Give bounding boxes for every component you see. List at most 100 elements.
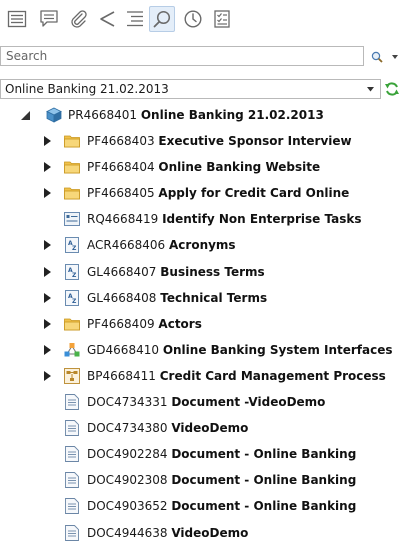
expand-arrow-icon[interactable] (42, 188, 52, 198)
svg-text:Z: Z (72, 272, 77, 279)
tree-node[interactable]: PF4668409 Actors (0, 314, 400, 334)
node-id: DOC4734380 (87, 421, 168, 435)
svg-text:Z: Z (72, 245, 77, 252)
node-name: Actors (158, 317, 202, 331)
tree-node-label: PF4668409 Actors (87, 314, 202, 334)
folder-icon (64, 185, 80, 201)
project-select-value: Online Banking 21.02.2013 (5, 82, 169, 96)
checklist-button[interactable] (209, 6, 235, 32)
node-name: Apply for Credit Card Online (158, 186, 350, 200)
document-icon (64, 446, 80, 462)
search-icon (153, 10, 171, 28)
node-name: Technical Terms (160, 291, 268, 305)
document-icon (64, 420, 80, 436)
expand-arrow-icon[interactable] (42, 162, 52, 172)
search-input[interactable] (0, 46, 364, 66)
tree-node-label: ACR4668406 Acronyms (87, 235, 236, 255)
tree-node[interactable]: PF4668404 Online Banking Website (0, 157, 400, 177)
expand-arrow-icon[interactable] (42, 136, 52, 146)
search-row (0, 46, 400, 68)
document-icon (64, 498, 80, 514)
node-id: DOC4903652 (87, 499, 168, 513)
tree-node[interactable]: DOC4734380 VideoDemo (0, 418, 400, 438)
folder-icon (64, 133, 80, 149)
expand-arrow-icon[interactable] (42, 319, 52, 329)
tree-node[interactable]: BP4668411 Credit Card Management Process (0, 366, 400, 386)
tree-node[interactable]: DOC4944638 VideoDemo (0, 523, 400, 543)
expand-arrow-icon[interactable] (42, 240, 52, 250)
tree-node[interactable]: DOC4734331 Document -VideoDemo (0, 392, 400, 412)
node-id: DOC4944638 (87, 526, 168, 540)
toolbar (0, 0, 400, 40)
tree-node-label: DOC4734380 VideoDemo (87, 418, 248, 438)
glossary-icon: AZ (64, 237, 80, 253)
node-name: VideoDemo (171, 421, 249, 435)
document-icon (64, 394, 80, 410)
tree-node[interactable]: PF4668405 Apply for Credit Card Online (0, 183, 400, 203)
node-name: Online Banking Website (158, 160, 321, 174)
comment-icon (40, 10, 58, 27)
search-options-button[interactable] (370, 48, 400, 66)
project-select-row: Online Banking 21.02.2013 (0, 79, 400, 99)
search-options-icon (371, 51, 398, 63)
project-cube-icon (46, 107, 62, 123)
checklist-icon (214, 10, 230, 28)
history-button[interactable] (180, 6, 206, 32)
expand-arrow-icon[interactable] (42, 293, 52, 303)
document-icon (64, 525, 80, 541)
svg-text:Z: Z (72, 298, 77, 305)
node-id: RQ4668419 (87, 212, 159, 226)
tree-node[interactable]: DOC4902308 Document - Online Banking (0, 470, 400, 490)
tree-node-label: PF4668405 Apply for Credit Card Online (87, 183, 349, 203)
node-id: PF4668409 (87, 317, 155, 331)
node-id: ACR4668406 (87, 238, 166, 252)
attachments-button[interactable] (66, 6, 92, 32)
node-id: DOC4902308 (87, 473, 168, 487)
tree-node[interactable]: A Z GL4668407 Business Terms (0, 262, 400, 282)
tree-node-label: RQ4668419 Identify Non Enterprise Tasks (87, 209, 362, 229)
tree-node[interactable]: A Z ACR4668406 Acronyms (0, 235, 400, 255)
outline-button[interactable] (122, 6, 148, 32)
tree-node[interactable]: GD4668410 Online Banking System Interfac… (0, 340, 400, 360)
tree-node-label: DOC4903652 Document - Online Banking (87, 496, 356, 516)
node-id: GD4668410 (87, 343, 159, 357)
tree-node[interactable]: DOC4902284 Document - Online Banking (0, 444, 400, 464)
node-name: Business Terms (160, 265, 265, 279)
tree-node-label: BP4668411 Credit Card Management Process (87, 366, 386, 386)
outline-icon (127, 11, 143, 27)
tree-node-label: DOC4734331 Document -VideoDemo (87, 392, 325, 412)
list-view-button[interactable] (4, 6, 30, 32)
tree-node[interactable]: RQ4668419 Identify Non Enterprise Tasks (0, 209, 400, 229)
list-icon (7, 10, 27, 28)
project-select[interactable]: Online Banking 21.02.2013 (0, 79, 381, 99)
comments-button[interactable] (36, 6, 62, 32)
refresh-button[interactable] (384, 80, 400, 98)
node-name: Acronyms (169, 238, 236, 252)
expand-arrow-icon[interactable] (42, 267, 52, 277)
clock-icon (184, 10, 202, 28)
node-id: PR4668401 (68, 108, 138, 122)
expanded-arrow-icon[interactable] (20, 110, 30, 120)
chevron-down-icon (365, 84, 376, 95)
node-name: Document - Online Banking (171, 473, 357, 487)
process-icon (64, 368, 80, 384)
tree-node[interactable]: PF4668403 Executive Sponsor Interview (0, 131, 400, 151)
node-name: Document -VideoDemo (171, 395, 326, 409)
share-button[interactable] (94, 6, 120, 32)
tree-node-label: DOC4944638 VideoDemo (87, 523, 248, 543)
folder-icon (64, 316, 80, 332)
node-id: BP4668411 (87, 369, 156, 383)
node-id: PF4668404 (87, 160, 155, 174)
tree-root-node[interactable]: PR4668401 Online Banking 21.02.2013 (0, 105, 400, 125)
node-name: Online Banking System Interfaces (162, 343, 393, 357)
tree-node-label: PF4668403 Executive Sponsor Interview (87, 131, 352, 151)
node-name: Document - Online Banking (171, 447, 357, 461)
paperclip-icon (71, 10, 87, 28)
glossary-icon: AZ (64, 290, 80, 306)
tree-node[interactable]: DOC4903652 Document - Online Banking (0, 496, 400, 516)
expand-arrow-icon[interactable] (42, 371, 52, 381)
tree-node-label: GL4668408 Technical Terms (87, 288, 267, 308)
search-tab-button[interactable] (149, 6, 175, 32)
tree-node[interactable]: A Z GL4668408 Technical Terms (0, 288, 400, 308)
expand-arrow-icon[interactable] (42, 345, 52, 355)
